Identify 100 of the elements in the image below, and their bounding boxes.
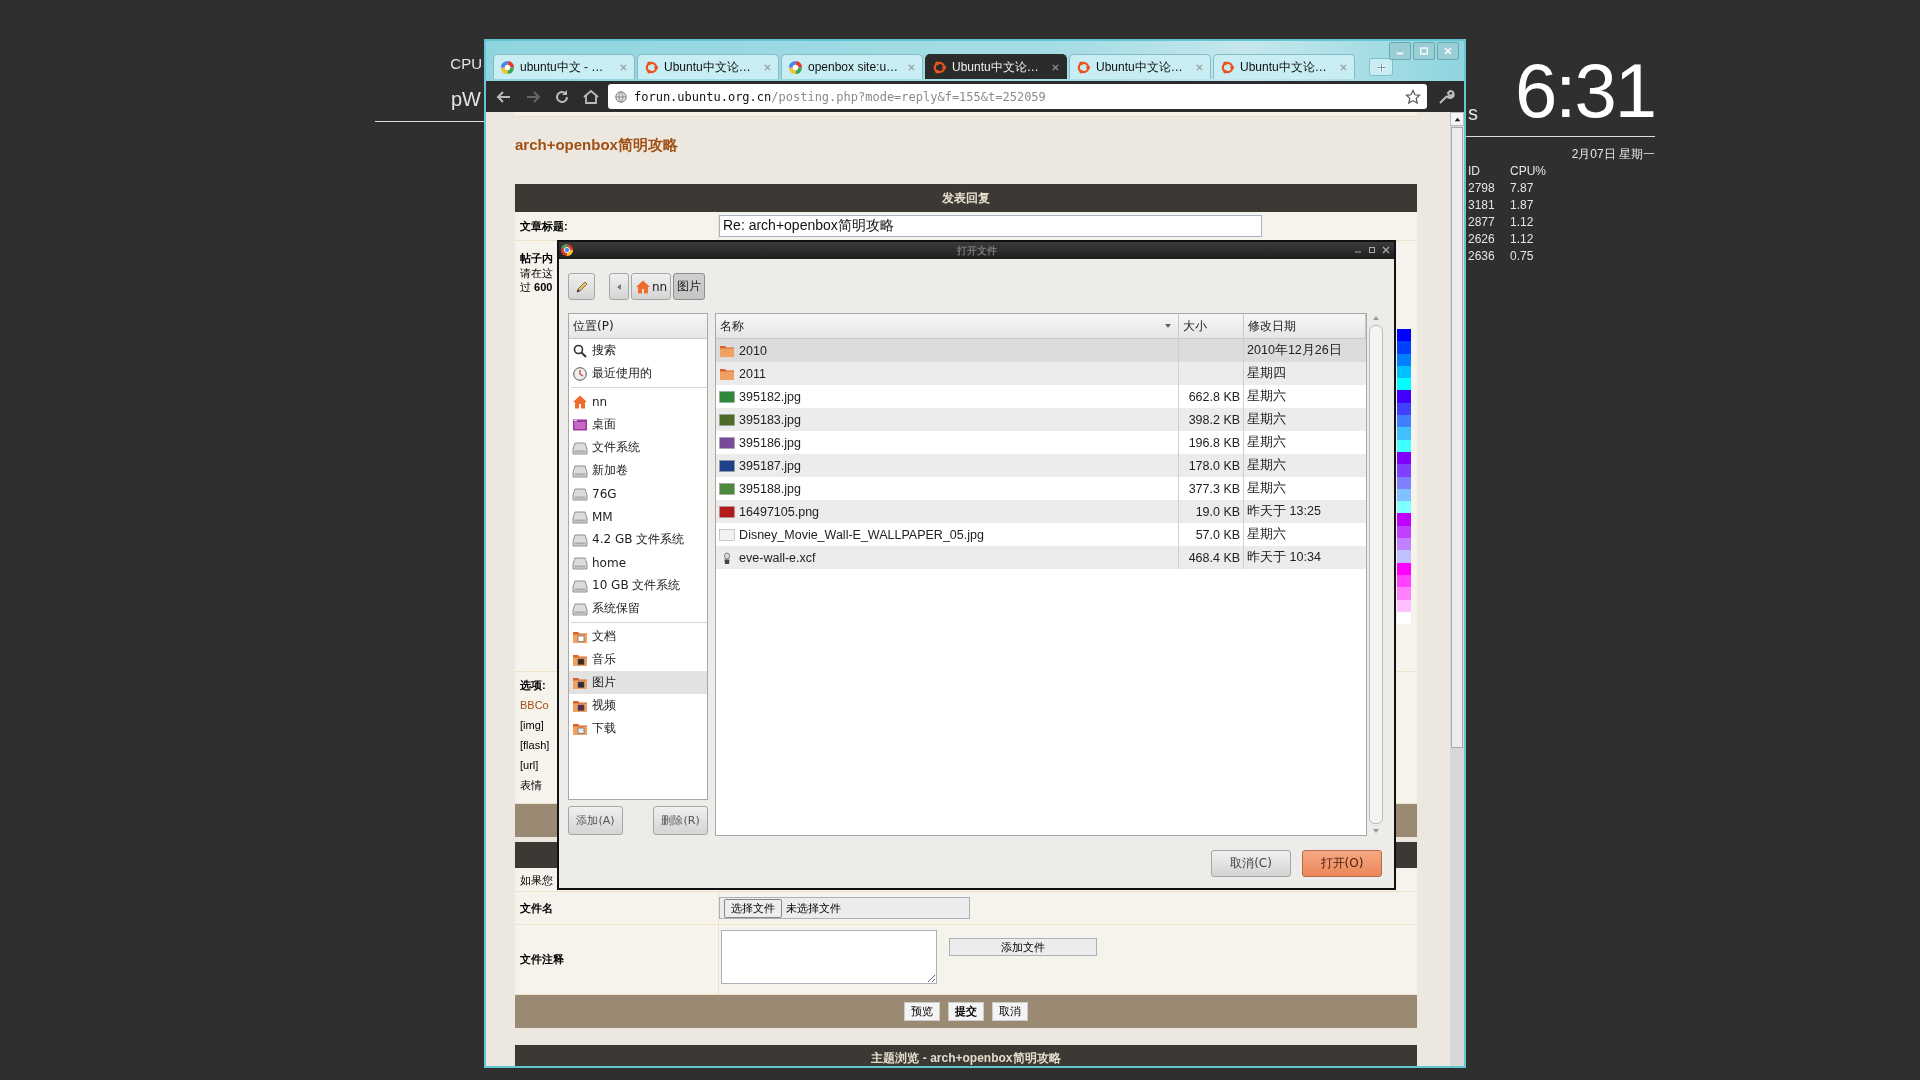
file-name: 2011 xyxy=(739,366,766,381)
minimize-button[interactable] xyxy=(1389,42,1411,60)
new-tab-button[interactable] xyxy=(1369,58,1393,76)
close-button[interactable] xyxy=(1437,42,1459,60)
column-header[interactable]: 位置(P) xyxy=(569,314,708,339)
drive-icon xyxy=(572,485,588,502)
option-text: [url] xyxy=(520,758,539,773)
path-back-button[interactable] xyxy=(609,273,629,300)
maximize-icon[interactable] xyxy=(1368,246,1376,254)
file-date: 星期六 xyxy=(1247,480,1287,497)
place-item[interactable]: 桌面 xyxy=(569,413,708,436)
file-date: 星期六 xyxy=(1247,457,1287,474)
color-swatch[interactable] xyxy=(1397,390,1411,403)
edit-path-button[interactable] xyxy=(568,273,595,300)
file-row[interactable]: 395187.jpg 178.0 KB 星期六 xyxy=(716,454,1367,477)
browser-tab[interactable]: ubuntu中文 - … xyxy=(493,54,635,79)
color-swatch[interactable] xyxy=(1397,464,1411,477)
file-row[interactable]: 395183.jpg 398.2 KB 星期六 xyxy=(716,408,1367,431)
color-swatch[interactable] xyxy=(1397,427,1411,440)
place-item[interactable]: 系统保留 xyxy=(569,597,708,620)
file-name: 2010 xyxy=(739,343,767,358)
option-link[interactable]: BBCo xyxy=(520,695,549,715)
color-swatch[interactable] xyxy=(1397,329,1411,342)
form-button[interactable]: 预览 xyxy=(904,1002,940,1021)
subject-field[interactable]: Re: arch+openbox简明攻略 xyxy=(719,215,1262,237)
drive-icon xyxy=(572,439,588,456)
footer-title[interactable]: 主题浏览 - arch+openbox简明攻略 xyxy=(871,1049,1061,1066)
file-row[interactable]: eve-wall-e.xcf 468.4 KB 昨天于 10:34 xyxy=(716,546,1367,569)
site-icon xyxy=(500,59,515,75)
table-cell-text: 2636 xyxy=(1468,248,1496,265)
color-swatch[interactable] xyxy=(1397,538,1411,551)
add-file-button[interactable]: 添加文件 xyxy=(949,938,1097,956)
color-swatch[interactable] xyxy=(1397,341,1411,354)
close-icon[interactable] xyxy=(1051,62,1060,72)
form-button[interactable]: 取消 xyxy=(992,1002,1028,1021)
address-field[interactable]: forun.ubuntu.org.cn/posting.php?mode=reply&f=155&t=252059 xyxy=(608,84,1427,109)
file-input[interactable]: 选择文件 未选择文件 xyxy=(719,897,970,919)
form-button[interactable]: 提交 xyxy=(948,1002,984,1021)
place-item[interactable]: 图片 xyxy=(569,671,708,694)
place-item[interactable]: 下载 xyxy=(569,717,708,740)
color-swatch[interactable] xyxy=(1397,550,1411,563)
clock: 6:31 xyxy=(1515,51,1655,131)
file-date: 星期六 xyxy=(1247,526,1287,543)
remove-button[interactable]: 删除(R) xyxy=(653,806,709,835)
file-row[interactable]: 16497105.png 19.0 KB 昨天于 13:25 xyxy=(716,500,1367,523)
table-cell-text: 2626 xyxy=(1468,231,1496,248)
column-header[interactable]: 名称 xyxy=(716,314,1180,339)
section-header: 发表回复 xyxy=(515,184,1417,212)
place-item[interactable]: nn xyxy=(569,390,708,413)
column-header[interactable]: 修改日期 xyxy=(1244,314,1367,339)
drive-icon xyxy=(572,554,588,571)
scrollbar[interactable] xyxy=(1450,112,1464,1066)
file-date: 星期四 xyxy=(1247,365,1287,382)
comment-field[interactable] xyxy=(721,930,937,984)
place-item[interactable]: home xyxy=(569,551,708,574)
place-item[interactable]: 最近使用的 xyxy=(569,362,708,385)
place-item[interactable]: 10 GB 文件系统 xyxy=(569,574,708,597)
choose-file-button[interactable]: 选择文件 xyxy=(724,898,782,918)
place-item[interactable]: 音乐 xyxy=(569,648,708,671)
path-button[interactable]: 图片 xyxy=(673,273,706,300)
maximize-button[interactable] xyxy=(1413,42,1435,60)
color-swatch[interactable] xyxy=(1397,501,1411,514)
file-size: 19.0 KB xyxy=(1195,504,1241,519)
place-item[interactable]: 4.2 GB 文件系统 xyxy=(569,528,708,551)
add-button[interactable]: 添加(A) xyxy=(568,806,623,835)
path-button[interactable]: nn xyxy=(631,273,672,300)
left-arrow-icon xyxy=(615,282,623,291)
browser-tab[interactable]: Ubuntu中文论… xyxy=(925,54,1067,79)
file-row[interactable]: 2011 星期四 xyxy=(716,362,1367,385)
place-item[interactable]: 76G xyxy=(569,482,708,505)
column-header[interactable]: 大小 xyxy=(1179,314,1245,339)
file-size: 196.8 KB xyxy=(1188,435,1241,450)
browser-tab[interactable]: openbox site:u… xyxy=(781,54,923,79)
plus-icon xyxy=(1375,61,1387,73)
color-swatch[interactable] xyxy=(1397,513,1411,526)
topic-title[interactable]: arch+openbox简明攻略 xyxy=(515,135,678,155)
table-cell-text: 3181 xyxy=(1468,197,1496,214)
file-size: 57.0 KB xyxy=(1195,527,1241,542)
place-item[interactable]: MM xyxy=(569,505,708,528)
place-item[interactable]: 新加卷 xyxy=(569,459,708,482)
color-swatch[interactable] xyxy=(1397,587,1411,600)
close-icon[interactable] xyxy=(1382,246,1390,254)
file-name: 395188.jpg xyxy=(739,481,801,496)
color-swatch[interactable] xyxy=(1397,415,1411,428)
browser-tab[interactable]: Ubuntu中文论… xyxy=(1069,54,1211,79)
field-label: 文件注释 xyxy=(520,952,564,967)
bookmark-star-icon[interactable] xyxy=(1405,88,1421,105)
browser-tab[interactable]: Ubuntu中文论… xyxy=(637,54,779,79)
option-text: [flash] xyxy=(520,738,550,753)
dialog-button[interactable]: 打开(O) xyxy=(1302,850,1382,877)
place-item[interactable]: 文档 xyxy=(569,625,708,648)
dialog-button[interactable]: 取消(C) xyxy=(1211,850,1291,877)
place-item[interactable]: 搜索 xyxy=(569,339,708,362)
color-swatch[interactable] xyxy=(1397,378,1411,391)
place-item[interactable]: 文件系统 xyxy=(569,436,708,459)
file-row[interactable]: 2010 2010年12月26日 xyxy=(716,339,1367,362)
browser-tab[interactable]: Ubuntu中文论… xyxy=(1213,54,1355,79)
place-item[interactable]: 视频 xyxy=(569,694,708,717)
table-cell-text: 0.75 xyxy=(1510,248,1535,265)
file-name: 16497105.png xyxy=(739,504,820,519)
